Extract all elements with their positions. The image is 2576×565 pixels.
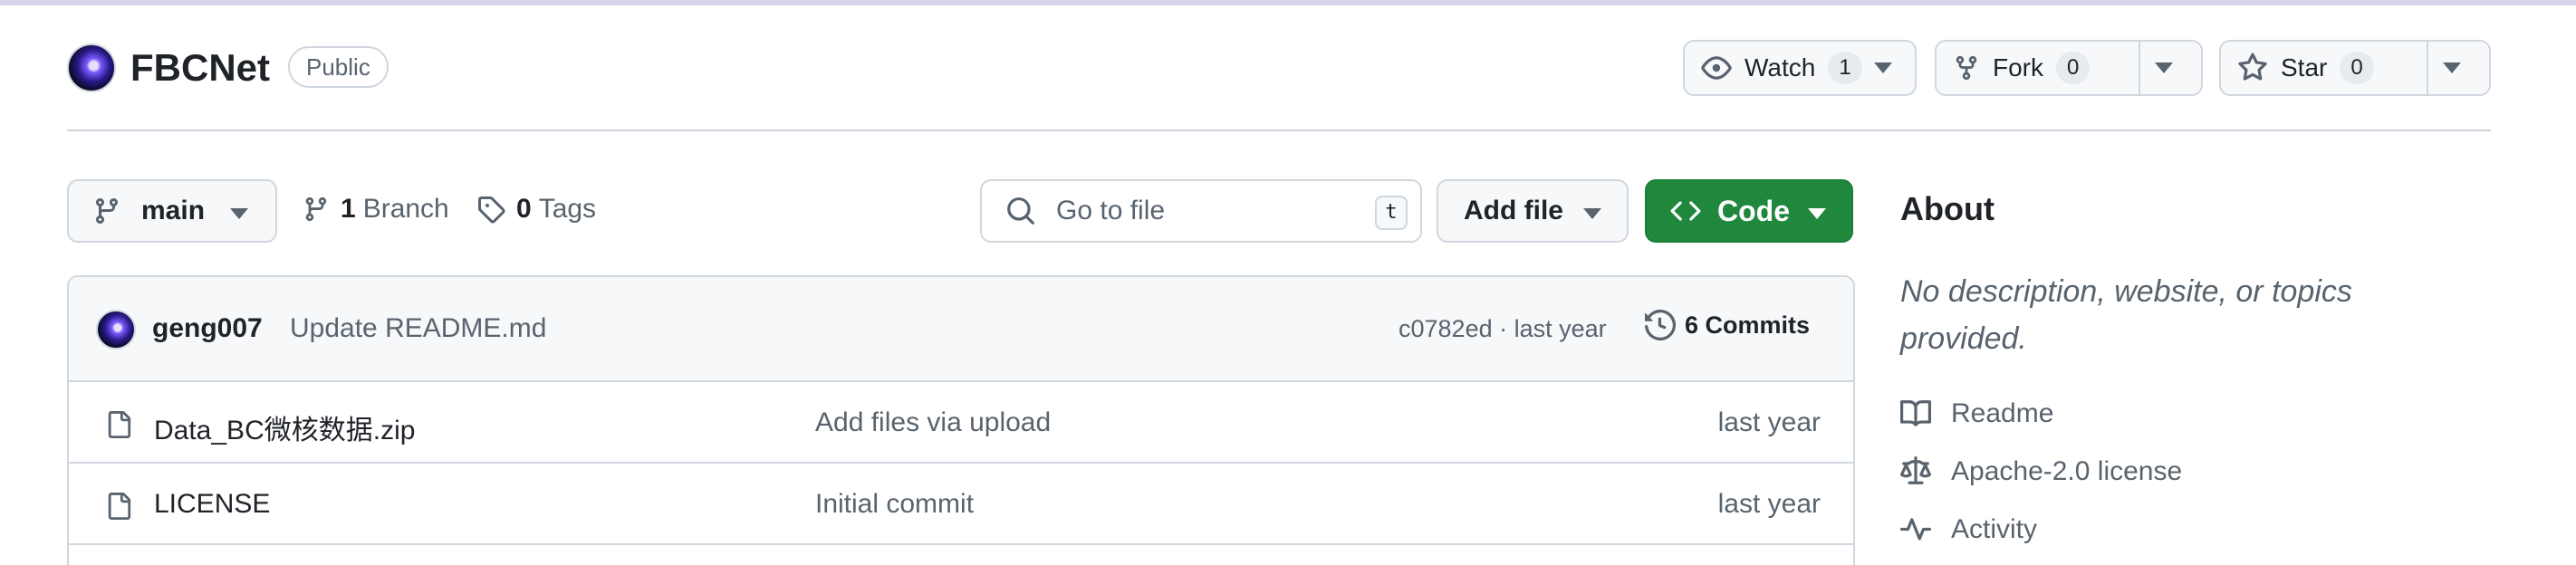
- branch-name: main: [141, 196, 206, 225]
- git-branch-icon: [95, 198, 118, 225]
- watch-dropdown[interactable]: [1871, 42, 1908, 94]
- star-button-group[interactable]: Star 0: [2219, 40, 2491, 96]
- commit-author[interactable]: geng007: [152, 313, 263, 344]
- license-link[interactable]: Apache-2.0 license: [1900, 456, 2182, 487]
- branches-link[interactable]: 1 Branch: [303, 194, 449, 225]
- triangle-down-icon: [1583, 208, 1601, 219]
- about-panel: About No description, website, or topics…: [1900, 190, 2462, 544]
- star-dropdown[interactable]: [2426, 42, 2489, 94]
- add-file-button[interactable]: Add file: [1437, 179, 1629, 243]
- readme-link[interactable]: Readme: [1900, 398, 2053, 429]
- file-name[interactable]: LICENSE: [154, 489, 270, 520]
- tags-count: 0: [516, 194, 532, 224]
- star-label: Star: [2281, 53, 2328, 81]
- search-shortcut-key: t: [1375, 196, 1408, 230]
- readme-label: Readme: [1951, 398, 2054, 428]
- repo-name[interactable]: FBCNet: [130, 45, 270, 91]
- fork-icon: [1956, 55, 1977, 81]
- triangle-down-icon: [2443, 62, 2462, 73]
- triangle-down-icon: [230, 208, 248, 219]
- tags-link[interactable]: 0 Tags: [476, 194, 596, 225]
- top-border: [0, 0, 2576, 5]
- fork-button-group[interactable]: Fork 0: [1935, 40, 2203, 96]
- visibility-badge: Public: [288, 46, 389, 88]
- fork-label: Fork: [1993, 53, 2043, 81]
- file-table: geng007 Update README.md c0782ed · last …: [67, 275, 1855, 565]
- license-label: Apache-2.0 license: [1951, 456, 2183, 486]
- latest-commit-bar: geng007 Update README.md c0782ed · last …: [69, 277, 1853, 382]
- table-row[interactable]: LICENSE Initial commit last year: [69, 464, 1853, 545]
- code-button[interactable]: Code: [1645, 179, 1853, 243]
- star-icon: [2238, 53, 2267, 81]
- fork-dropdown[interactable]: [2138, 42, 2201, 94]
- commit-hash-time[interactable]: c0782ed · last year: [1399, 315, 1607, 343]
- repo-owner-avatar[interactable]: [67, 43, 116, 92]
- file-icon: [108, 411, 131, 438]
- watch-button-group[interactable]: Watch 1: [1683, 40, 1917, 96]
- avatar[interactable]: [96, 310, 136, 350]
- code-icon: [1670, 201, 1701, 221]
- branches-label: Branch: [362, 194, 449, 224]
- watch-count: 1: [1828, 52, 1862, 84]
- file-commit-message[interactable]: Add files via upload: [815, 407, 1051, 438]
- watch-label: Watch: [1745, 53, 1816, 81]
- branch-selector[interactable]: main: [67, 179, 277, 243]
- activity-label: Activity: [1951, 514, 2038, 544]
- star-button[interactable]: Star 0: [2221, 42, 2427, 94]
- activity-link[interactable]: Activity: [1900, 514, 2037, 545]
- triangle-down-icon: [2155, 62, 2174, 73]
- commits-count-label: 6 Commits: [1685, 311, 1811, 339]
- about-title: About: [1900, 190, 1994, 227]
- commits-history-link[interactable]: 6 Commits: [1645, 310, 1810, 340]
- file-icon: [108, 493, 131, 520]
- add-file-label: Add file: [1464, 196, 1563, 225]
- repo-header: FBCNet Public Watch 1 Fork 0 Star 0: [67, 40, 2491, 130]
- file-commit-message[interactable]: Initial commit: [815, 489, 974, 520]
- file-name[interactable]: Data_BC微核数据.zip: [154, 407, 415, 447]
- file-date: last year: [1717, 407, 1821, 437]
- triangle-down-icon: [1873, 62, 1892, 73]
- triangle-down-icon: [1808, 208, 1826, 219]
- book-icon: [1900, 400, 1931, 426]
- file-date: last year: [1717, 489, 1821, 519]
- about-description: No description, website, or topics provi…: [1900, 274, 2352, 356]
- law-icon: [1900, 456, 1931, 484]
- search-icon: [1007, 197, 1034, 225]
- branches-count: 1: [341, 194, 356, 224]
- fork-count: 0: [2056, 52, 2091, 84]
- tags-label: Tags: [538, 194, 597, 224]
- eye-icon: [1701, 56, 1732, 80]
- commit-message[interactable]: Update README.md: [290, 313, 546, 344]
- pulse-icon: [1900, 518, 1931, 541]
- star-count: 0: [2340, 52, 2374, 84]
- go-to-file-input[interactable]: Go to file t: [980, 179, 1422, 243]
- header-divider: [67, 129, 2491, 131]
- tag-icon: [478, 196, 505, 224]
- history-icon: [1645, 310, 1676, 340]
- code-label: Code: [1717, 194, 1790, 227]
- search-placeholder: Go to file: [1056, 196, 1166, 225]
- fork-button[interactable]: Fork 0: [1937, 42, 2139, 94]
- git-branch-icon: [305, 196, 327, 222]
- watch-button[interactable]: Watch 1: [1685, 42, 1871, 94]
- table-row[interactable]: Data_BC微核数据.zip Add files via upload las…: [69, 382, 1853, 464]
